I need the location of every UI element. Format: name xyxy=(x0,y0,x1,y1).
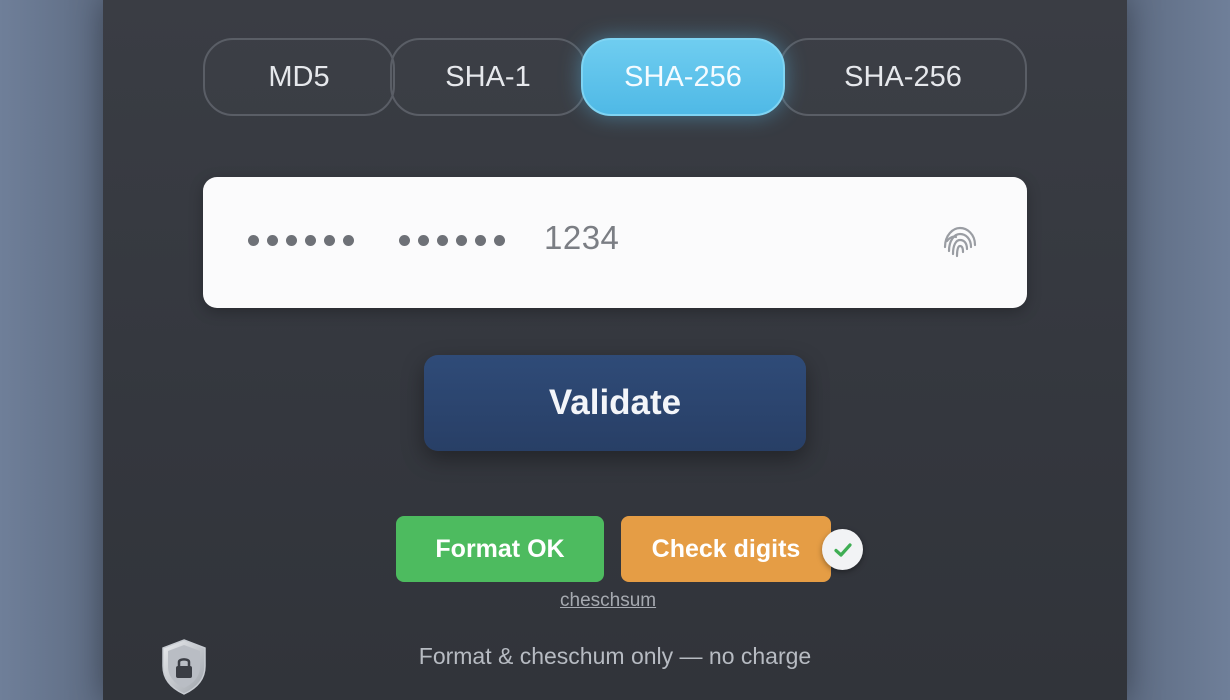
card-number-field[interactable]: 1234 xyxy=(203,177,1027,308)
checksum-link[interactable]: cheschsum xyxy=(560,590,656,612)
masked-digits-group-2 xyxy=(399,225,505,255)
tab-sha256-active[interactable]: SHA-256 xyxy=(581,38,785,116)
tab-sha256-secondary[interactable]: SHA-256 xyxy=(779,38,1027,116)
check-digits-badge: Check digits xyxy=(621,516,831,582)
format-ok-badge: Format OK xyxy=(396,516,604,582)
tab-md5[interactable]: MD5 xyxy=(203,38,395,116)
visible-last-digits: 1234 xyxy=(544,219,620,256)
fingerprint-icon[interactable] xyxy=(939,221,981,263)
tab-sha1[interactable]: SHA-1 xyxy=(390,38,586,116)
footer-note: Format & cheschum only — no charge xyxy=(418,643,812,669)
validate-button[interactable]: Validate xyxy=(424,355,806,451)
checkmark-icon xyxy=(822,529,863,570)
masked-digits-group-1 xyxy=(248,225,354,255)
validator-panel: MD5 SHA-1 SHA-256 SHA-256 1234 Validate … xyxy=(103,0,1127,700)
